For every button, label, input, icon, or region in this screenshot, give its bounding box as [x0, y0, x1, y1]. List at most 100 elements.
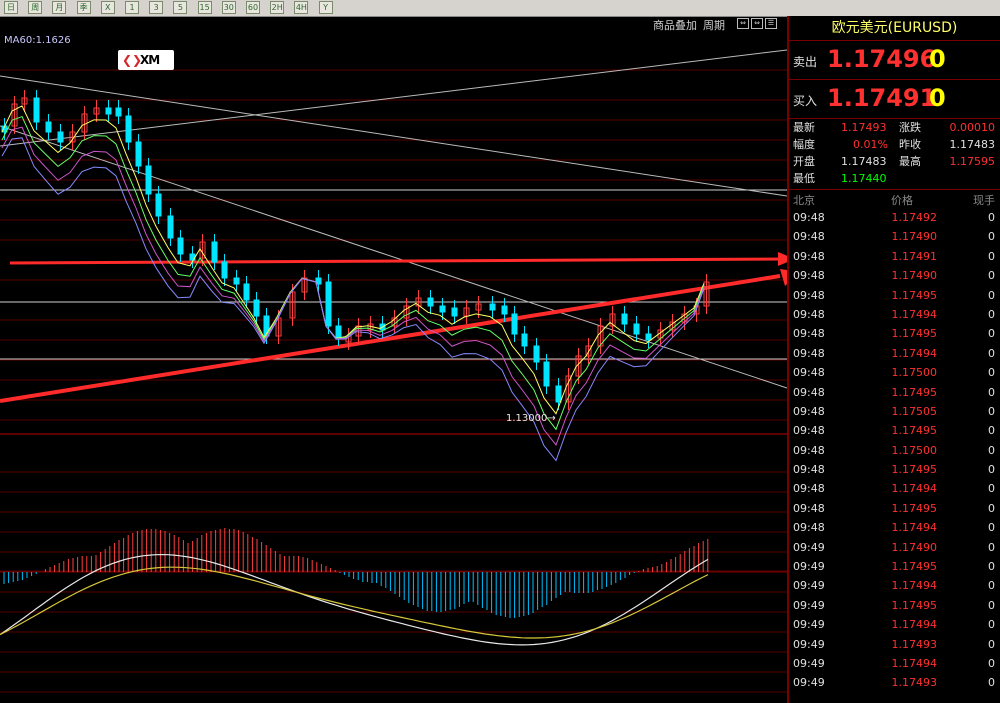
tick-time: 09:49: [793, 618, 825, 632]
period-button-3[interactable]: 季: [76, 1, 91, 14]
sell-price: 1.17496: [827, 45, 937, 73]
ticks-list[interactable]: 09:48 1.17492 0 09:48 1.17490 0 09:48 1.17491 0 0…: [789, 208, 1000, 693]
overlay-button[interactable]: 商品叠加: [653, 17, 697, 33]
tick-row: 09:49 1.17490 0: [789, 538, 1000, 557]
period-button-5[interactable]: 1: [125, 1, 139, 14]
candle-body: [511, 313, 518, 335]
tick-qty: 0: [988, 288, 995, 302]
tick-time: 09:49: [793, 598, 825, 612]
stat-change-label: 涨跌: [899, 121, 921, 134]
tick-price: 1.17495: [891, 327, 938, 341]
tick-time: 09:49: [793, 540, 825, 554]
candle-body: [167, 215, 174, 239]
candle-body: [177, 237, 184, 255]
tick-qty: 0: [988, 385, 995, 399]
tick-qty: 0: [988, 482, 995, 496]
period-button-1[interactable]: 周: [28, 1, 43, 14]
period-button-12[interactable]: 4H: [294, 1, 309, 14]
chart-ctrl-mid-icon[interactable]: ⇔: [751, 18, 763, 29]
buy-price: 1.17491: [827, 84, 937, 112]
tick-row: 09:48 1.17494 0: [789, 479, 1000, 498]
period-button-6[interactable]: 3: [149, 1, 164, 14]
period-button[interactable]: 周期: [703, 17, 725, 33]
tick-price: 1.17495: [891, 424, 938, 438]
stat-low: 1.17440: [841, 172, 887, 185]
tick-row: 09:49 1.17493 0: [789, 635, 1000, 654]
candlestick-chart[interactable]: 商品叠加 周期 ⇔ ⇔ ☰ MA60:1.1626 ❮❯ XM 1.13000→: [0, 16, 787, 703]
tick-time: 09:48: [793, 230, 825, 244]
tick-row: 09:48 1.17495 0: [789, 460, 1000, 479]
tick-row: 09:48 1.17492 0: [789, 208, 1000, 227]
trend-line-desc: [0, 75, 787, 197]
tick-price: 1.17494: [891, 521, 938, 535]
tick-row: 09:48 1.17495 0: [789, 499, 1000, 518]
tick-qty: 0: [988, 346, 995, 360]
tick-time: 09:48: [793, 385, 825, 399]
tick-row: 09:48 1.17495 0: [789, 383, 1000, 402]
buy-label: 买入: [793, 94, 818, 108]
tick-price: 1.17494: [891, 307, 938, 321]
period-button-2[interactable]: 月: [52, 1, 67, 14]
period-button-8[interactable]: 15: [197, 1, 212, 14]
sell-volume: 0: [929, 45, 946, 73]
chart-ctrl-right-icon[interactable]: ☰: [765, 18, 777, 29]
resistance-line: [9, 257, 787, 265]
period-button-7[interactable]: 5: [173, 1, 188, 14]
ticks-header-time: 北京: [793, 194, 815, 207]
candle-body: [439, 305, 446, 313]
tick-price: 1.17495: [891, 463, 938, 477]
tick-time: 09:49: [793, 579, 825, 593]
stat-latest: 1.17493: [841, 121, 887, 134]
tick-row: 09:49 1.17494 0: [789, 615, 1000, 634]
period-button-4[interactable]: X: [100, 1, 115, 14]
candle-body: [521, 333, 528, 347]
moving-average-line: [1, 137, 705, 462]
ticks-header-price: 价格: [891, 194, 913, 207]
tick-qty: 0: [988, 637, 995, 651]
tick-time: 09:48: [793, 269, 825, 283]
period-button-10[interactable]: 60: [246, 1, 260, 14]
period-button-13[interactable]: Y: [318, 1, 333, 14]
tick-qty: 0: [988, 211, 995, 224]
candle-body: [105, 107, 112, 115]
symbol-title: 欧元美元(EURUSD): [789, 16, 1000, 41]
tick-price: 1.17494: [891, 579, 938, 593]
tick-qty: 0: [988, 404, 995, 418]
stat-open-label: 开盘: [793, 155, 815, 168]
candle-body: [633, 323, 640, 335]
tick-qty: 0: [988, 307, 995, 321]
chart-canvas[interactable]: [0, 16, 787, 703]
tick-row: 09:49 1.17493 0: [789, 673, 1000, 692]
tick-qty: 0: [988, 366, 995, 380]
tick-time: 09:48: [793, 211, 825, 224]
tick-qty: 0: [988, 249, 995, 263]
tick-time: 09:48: [793, 463, 825, 477]
tick-qty: 0: [988, 676, 995, 690]
candle-body: [145, 165, 152, 195]
stat-prev: 1.17483: [949, 138, 996, 151]
period-button-11[interactable]: 2H: [270, 1, 285, 14]
period-button-0[interactable]: 日: [4, 1, 18, 14]
candle-body: [427, 297, 434, 307]
moving-average-line: [1, 126, 705, 446]
sell-quote[interactable]: 卖出 1.17496 0: [789, 41, 1000, 80]
chart-ctrl-left-icon[interactable]: ⇔: [737, 18, 749, 29]
tick-row: 09:48 1.17505 0: [789, 402, 1000, 421]
tick-qty: 0: [988, 656, 995, 670]
candle-body: [555, 385, 562, 403]
candle-body: [211, 241, 218, 263]
tick-price: 1.17491: [891, 249, 938, 263]
stat-open: 1.17483: [841, 155, 887, 168]
tick-row: 09:48 1.17490 0: [789, 227, 1000, 246]
buy-quote[interactable]: 买入 1.17491 0: [789, 80, 1000, 119]
tick-price: 1.17494: [891, 346, 938, 360]
arrow-head-icon: [778, 252, 787, 266]
candle-body: [115, 107, 122, 117]
stat-high-label: 最高: [899, 155, 921, 168]
tick-row: 09:48 1.17495 0: [789, 286, 1000, 305]
tick-price: 1.17495: [891, 560, 938, 574]
tick-qty: 0: [988, 327, 995, 341]
tick-row: 09:48 1.17494 0: [789, 344, 1000, 363]
period-button-9[interactable]: 30: [221, 1, 236, 14]
tick-time: 09:48: [793, 327, 825, 341]
